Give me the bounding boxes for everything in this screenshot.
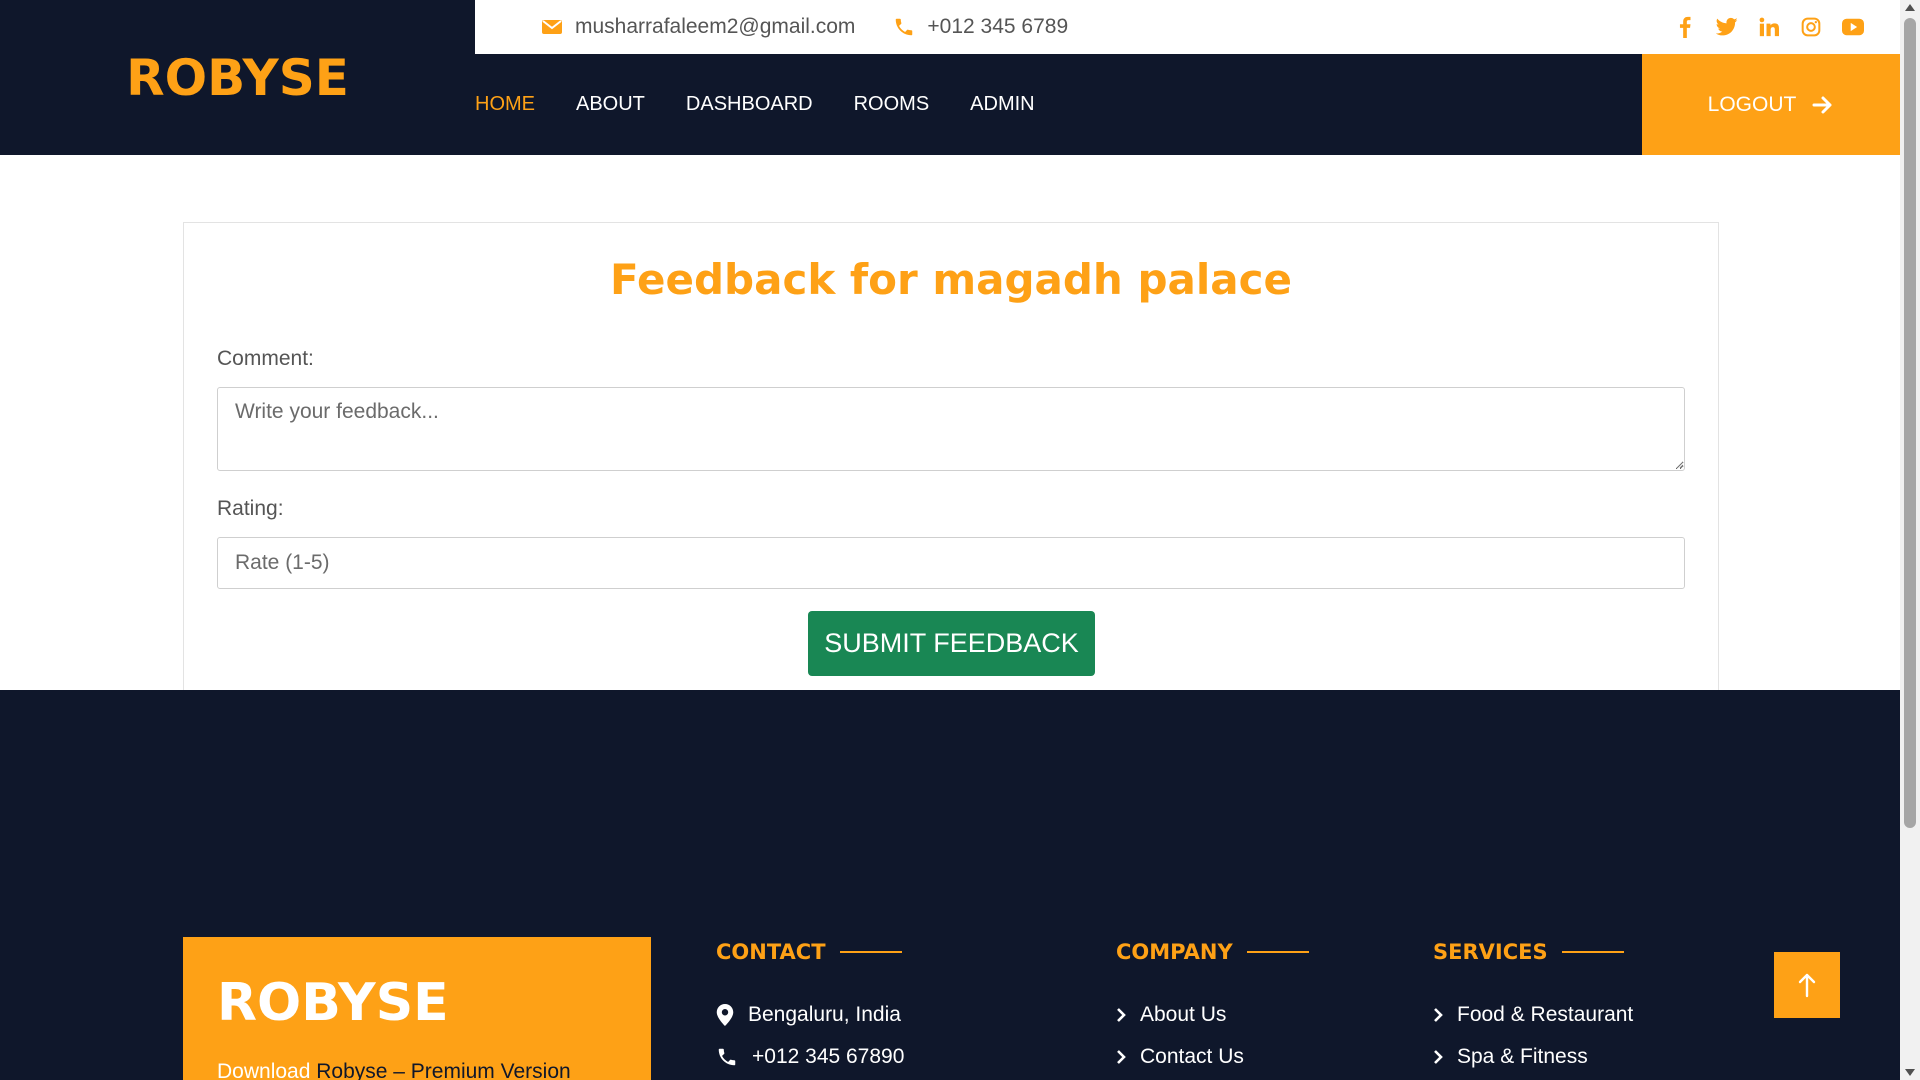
chevron-right-icon (1434, 1008, 1443, 1022)
main-nav: HOME ABOUT DASHBOARD ROOMS ADMIN (475, 54, 1076, 155)
header-phone: +012 345 6789 (893, 15, 1068, 39)
footer-services-heading: SERVICES (1433, 940, 1624, 964)
instagram-icon[interactable] (1800, 16, 1822, 38)
header-phone-text: +012 345 6789 (927, 15, 1069, 38)
nav-home[interactable]: HOME (475, 93, 535, 116)
header-email: musharrafaleem2@gmail.com (541, 15, 855, 39)
page-scrollbar[interactable] (1900, 0, 1920, 1080)
back-to-top-button[interactable] (1774, 952, 1840, 1018)
envelope-icon (542, 20, 562, 34)
brand-logo[interactable]: ROBYSE (126, 49, 349, 107)
page-title: Feedback for magadh palace (610, 255, 1292, 304)
phone-icon (896, 18, 913, 36)
chevron-right-icon (1117, 1050, 1126, 1064)
arrow-up-icon (1798, 973, 1816, 998)
rating-input[interactable] (217, 537, 1685, 589)
scrollbar-thumb[interactable] (1904, 18, 1916, 828)
heading-underline (1246, 951, 1309, 953)
arrow-right-icon (1812, 96, 1832, 113)
footer-company-heading-text: COMPANY (1116, 940, 1233, 964)
footer-contact-heading: CONTACT (716, 940, 902, 964)
scroll-up-arrow-icon[interactable] (1905, 4, 1915, 11)
comment-textarea[interactable] (217, 387, 1685, 471)
download-description: Robyse – Premium Version (310, 1060, 571, 1080)
footer-link-label: Spa & Fitness (1457, 1045, 1588, 1068)
footer-brand-box: ROBYSE Download Robyse – Premium Version (183, 937, 651, 1080)
phone-icon (718, 1048, 736, 1066)
brand-box[interactable]: ROBYSE (0, 0, 475, 155)
footer-address: Bengaluru, India (716, 1003, 901, 1027)
map-pin-icon (716, 1004, 734, 1026)
footer-phone: +012 345 67890 (716, 1045, 904, 1069)
footer-address-text: Bengaluru, India (748, 1003, 901, 1026)
footer-brand-logo: ROBYSE (217, 973, 449, 1033)
facebook-icon[interactable] (1674, 16, 1696, 38)
resize-handle-icon[interactable] (1674, 459, 1684, 469)
chevron-right-icon (1117, 1008, 1126, 1022)
chevron-right-icon (1434, 1050, 1443, 1064)
nav-about[interactable]: ABOUT (576, 93, 645, 116)
submit-feedback-button[interactable]: SUBMIT FEEDBACK (808, 611, 1095, 676)
footer-services-heading-text: SERVICES (1433, 940, 1548, 964)
footer-download-text: Download Robyse – Premium Version (217, 1060, 571, 1080)
site-header: ROBYSE musharrafaleem2@gmail.com +012 34… (0, 0, 1900, 155)
download-link[interactable]: Download (217, 1060, 310, 1080)
top-contact-bar: musharrafaleem2@gmail.com +012 345 6789 (475, 0, 1900, 54)
nav-rooms[interactable]: ROOMS (854, 93, 930, 116)
scroll-down-arrow-icon[interactable] (1905, 1069, 1915, 1076)
logout-button[interactable]: LOGOUT (1642, 54, 1900, 155)
footer-link-spa-fitness[interactable]: Spa & Fitness (1433, 1045, 1588, 1069)
footer-link-about-us[interactable]: About Us (1116, 1003, 1226, 1027)
heading-underline (839, 951, 902, 953)
twitter-icon[interactable] (1716, 16, 1738, 38)
heading-underline (1561, 951, 1624, 953)
rating-label: Rating: (217, 497, 284, 520)
footer-link-label: About Us (1140, 1003, 1227, 1026)
logout-label: LOGOUT (1707, 92, 1797, 116)
nav-dashboard[interactable]: DASHBOARD (686, 93, 813, 116)
social-links (1674, 0, 1864, 54)
site-footer: ROBYSE Download Robyse – Premium Version… (0, 690, 1900, 1080)
linkedin-icon[interactable] (1758, 16, 1780, 38)
youtube-icon[interactable] (1842, 16, 1864, 38)
footer-company-heading: COMPANY (1116, 940, 1309, 964)
nav-admin[interactable]: ADMIN (970, 93, 1034, 116)
footer-contact-heading-text: CONTACT (716, 940, 826, 964)
footer-link-contact-us[interactable]: Contact Us (1116, 1045, 1244, 1069)
footer-link-label: Contact Us (1140, 1045, 1244, 1068)
comment-label: Comment: (217, 347, 314, 370)
header-email-text: musharrafaleem2@gmail.com (575, 15, 856, 38)
footer-phone-text: +012 345 67890 (752, 1045, 905, 1068)
footer-link-food-restaurant[interactable]: Food & Restaurant (1433, 1003, 1633, 1027)
footer-link-label: Food & Restaurant (1457, 1003, 1634, 1026)
feedback-card: Feedback for magadh palace Comment: Rati… (183, 222, 1719, 690)
